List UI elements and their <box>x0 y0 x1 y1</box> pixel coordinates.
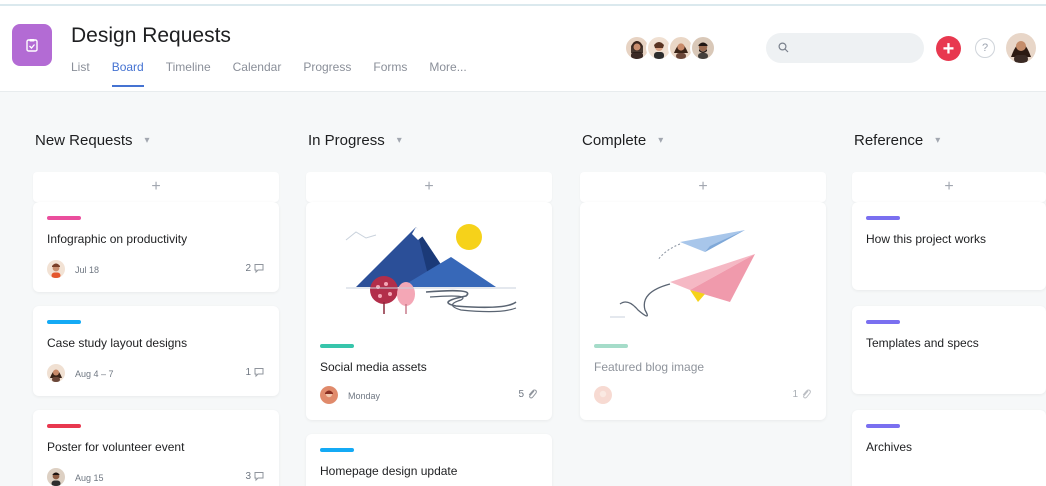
task-title: Infographic on productivity <box>47 232 188 246</box>
task-card[interactable]: How this project works <box>852 202 1046 290</box>
column-title: Complete <box>582 131 647 149</box>
task-title: Social media assets <box>320 360 427 374</box>
member-avatars[interactable] <box>624 35 716 61</box>
task-title: Case study layout designs <box>47 336 188 350</box>
task-title: Homepage design update <box>320 464 458 478</box>
help-button[interactable]: ? <box>975 38 995 58</box>
task-card[interactable]: Infographic on productivity Jul 18 2 <box>33 202 279 292</box>
avatar <box>47 260 65 278</box>
attachment-count: 5 <box>518 388 538 400</box>
chevron-down-icon[interactable]: ▾ <box>145 135 150 146</box>
chevron-down-icon[interactable]: ▾ <box>397 135 402 146</box>
tab-forms[interactable]: Forms <box>373 60 407 87</box>
add-task-button[interactable]: + <box>580 172 826 202</box>
column-new-requests: New Requests ▾ + <box>33 128 279 202</box>
plus-icon: + <box>942 37 955 60</box>
task-card[interactable]: Archives <box>852 410 1046 486</box>
due-date: Aug 15 <box>75 473 104 483</box>
column-title: In Progress <box>308 131 385 149</box>
mountains-illustration <box>345 224 517 314</box>
paper-planes-illustration <box>610 230 755 318</box>
comment-count: 1 <box>245 366 265 378</box>
tab-list[interactable]: List <box>71 60 90 87</box>
tab-calendar[interactable]: Calendar <box>233 60 282 87</box>
top-divider <box>0 4 1046 6</box>
task-card[interactable]: Featured blog image 1 <box>580 202 826 420</box>
column-in-progress: In Progress ▾ + <box>306 128 552 202</box>
color-tag <box>320 448 354 452</box>
column-title: Reference <box>854 131 924 149</box>
add-task-button[interactable]: + <box>852 172 1046 202</box>
task-title: Poster for volunteer event <box>47 440 185 454</box>
column-reference: Reference ▾ + <box>852 128 1046 202</box>
attachment-count: 1 <box>792 388 812 400</box>
user-avatar[interactable] <box>1006 33 1036 63</box>
color-tag <box>866 216 900 220</box>
color-tag <box>47 216 81 220</box>
page-title[interactable]: Design Requests <box>71 24 231 48</box>
due-date: Aug 4 – 7 <box>75 369 114 379</box>
tab-board[interactable]: Board <box>111 60 144 87</box>
task-title: How this project works <box>866 232 987 246</box>
paperclip-icon <box>802 389 811 399</box>
comment-count: 2 <box>245 262 265 274</box>
view-tabs: List Board Timeline Calendar Progress Fo… <box>71 60 489 87</box>
project-icon[interactable] <box>12 24 52 66</box>
plus-icon: + <box>424 178 434 195</box>
avatar <box>320 386 338 404</box>
comment-count: 3 <box>245 470 265 482</box>
clipboard-icon <box>26 39 38 52</box>
chevron-down-icon[interactable]: ▾ <box>935 135 940 146</box>
project-header: Design Requests List Board Timeline Cale… <box>0 0 1046 92</box>
column-header[interactable]: In Progress ▾ <box>306 128 552 152</box>
search-input[interactable] <box>766 33 924 63</box>
paperclip-icon <box>528 389 537 399</box>
comment-icon <box>254 368 264 378</box>
task-card[interactable]: Poster for volunteer event Aug 15 3 <box>33 410 279 486</box>
column-title: New Requests <box>35 131 133 149</box>
count-value: 5 <box>518 388 524 400</box>
tab-more[interactable]: More... <box>429 60 466 87</box>
color-tag <box>594 344 628 348</box>
column-complete: Complete ▾ + <box>580 128 826 202</box>
color-tag <box>47 320 81 324</box>
plus-icon: + <box>151 178 161 195</box>
column-header[interactable]: New Requests ▾ <box>33 128 279 152</box>
comment-icon <box>254 472 264 482</box>
count-value: 1 <box>245 366 251 378</box>
search-icon <box>778 42 789 53</box>
color-tag <box>866 320 900 324</box>
task-title: Templates and specs <box>866 336 979 350</box>
avatar <box>594 386 612 404</box>
avatar <box>690 35 716 61</box>
count-value: 3 <box>245 470 251 482</box>
count-value: 1 <box>792 388 798 400</box>
task-card[interactable]: Templates and specs <box>852 306 1046 394</box>
task-card[interactable]: Case study layout designs Aug 4 – 7 1 <box>33 306 279 396</box>
task-card[interactable]: Social media assets Monday 5 <box>306 202 552 420</box>
plus-icon: + <box>944 178 954 195</box>
quick-add-button[interactable]: + <box>936 36 961 61</box>
task-title: Archives <box>866 440 913 454</box>
color-tag <box>47 424 81 428</box>
chevron-down-icon[interactable]: ▾ <box>658 135 663 146</box>
add-task-button[interactable]: + <box>33 172 279 202</box>
tab-progress[interactable]: Progress <box>303 60 351 87</box>
comment-icon <box>254 264 264 274</box>
count-value: 2 <box>245 262 251 274</box>
task-title: Featured blog image <box>594 360 705 374</box>
task-card[interactable]: Homepage design update <box>306 434 552 486</box>
due-date: Jul 18 <box>75 265 100 275</box>
color-tag <box>866 424 900 428</box>
add-task-button[interactable]: + <box>306 172 552 202</box>
plus-icon: + <box>698 178 708 195</box>
help-icon: ? <box>981 42 989 54</box>
column-header[interactable]: Reference ▾ <box>852 128 1046 152</box>
column-header[interactable]: Complete ▾ <box>580 128 826 152</box>
tab-timeline[interactable]: Timeline <box>166 60 211 87</box>
avatar <box>47 364 65 382</box>
color-tag <box>320 344 354 348</box>
due-date: Monday <box>348 391 381 401</box>
avatar <box>47 468 65 486</box>
